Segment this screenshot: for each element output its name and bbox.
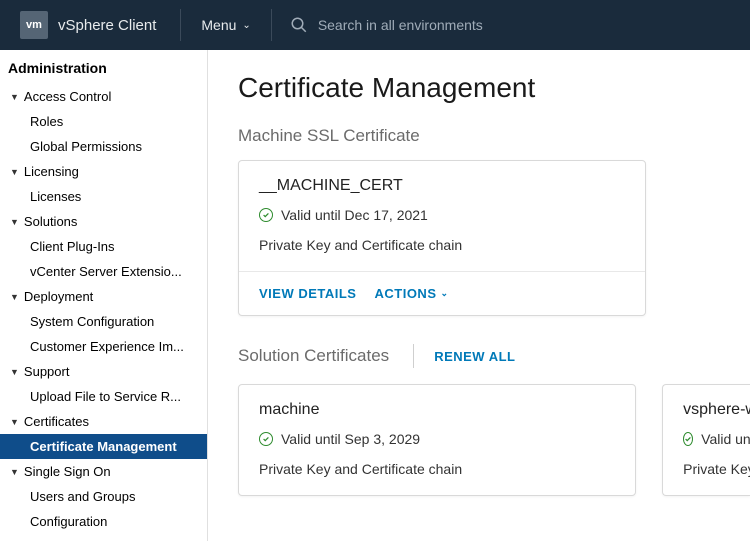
caret-down-icon: ▼ xyxy=(10,467,19,477)
main-content: Certificate Management Machine SSL Certi… xyxy=(208,50,750,541)
vmware-logo: vm xyxy=(20,11,48,39)
sidebar-section[interactable]: ▼ Licensing xyxy=(0,159,207,184)
search-placeholder: Search in all environments xyxy=(318,17,483,33)
caret-down-icon: ▼ xyxy=(10,292,19,302)
sidebar-section[interactable]: ▼ Single Sign On xyxy=(0,459,207,484)
sidebar-item[interactable]: Roles xyxy=(0,109,207,134)
sidebar-section-label: Solutions xyxy=(24,214,77,229)
view-details-button[interactable]: VIEW DETAILS xyxy=(259,286,356,301)
cert-validity: Valid until Sep 3, 2029 xyxy=(259,431,615,447)
chevron-down-icon: ⌄ xyxy=(242,20,250,31)
sidebar-section-label: Licensing xyxy=(24,164,79,179)
cert-desc: Private Key and Certificate chain xyxy=(259,237,625,253)
cert-card-machine-ssl: __MACHINE_CERT Valid until Dec 17, 2021 … xyxy=(238,160,646,316)
cert-desc: Private Key and Certificate chain xyxy=(259,461,615,477)
sidebar-nav: ▼ Access Control RolesGlobal Permissions ▼ L… xyxy=(0,84,207,534)
topbar: vm vSphere Client Menu ⌄ Search in all e… xyxy=(0,0,750,50)
cert-name: __MACHINE_CERT xyxy=(259,177,625,195)
global-search[interactable]: Search in all environments xyxy=(272,16,750,34)
divider xyxy=(413,344,414,368)
cert-validity: Valid until Dec 17, 2021 xyxy=(259,207,625,223)
sidebar-item[interactable]: System Configuration xyxy=(0,309,207,334)
check-circle-icon xyxy=(259,208,273,222)
renew-all-button[interactable]: RENEW ALL xyxy=(434,349,515,364)
menu-dropdown[interactable]: Menu ⌄ xyxy=(181,17,270,33)
page-title: Certificate Management xyxy=(238,72,750,104)
sidebar-item[interactable]: Users and Groups xyxy=(0,484,207,509)
cert-name: machine xyxy=(259,401,615,419)
sidebar-section[interactable]: ▼ Certificates xyxy=(0,409,207,434)
app-title: vSphere Client xyxy=(58,17,156,34)
sidebar-item[interactable]: Customer Experience Im... xyxy=(0,334,207,359)
actions-label: ACTIONS xyxy=(374,286,436,301)
check-circle-icon xyxy=(683,432,693,446)
sidebar-section-label: Certificates xyxy=(24,414,89,429)
cert-valid-text: Valid unti xyxy=(701,431,750,447)
cert-validity: Valid unti xyxy=(683,431,730,447)
cert-valid-text: Valid until Dec 17, 2021 xyxy=(281,207,428,223)
cert-valid-text: Valid until Sep 3, 2029 xyxy=(281,431,420,447)
sidebar: Administration ▼ Access Control RolesGloba… xyxy=(0,50,208,541)
sidebar-item[interactable]: Configuration xyxy=(0,509,207,534)
sidebar-item[interactable]: Upload File to Service R... xyxy=(0,384,207,409)
sidebar-section[interactable]: ▼ Deployment xyxy=(0,284,207,309)
sidebar-item[interactable]: Certificate Management xyxy=(0,434,207,459)
sidebar-title: Administration xyxy=(0,50,207,84)
sidebar-item[interactable]: Licenses xyxy=(0,184,207,209)
sidebar-section[interactable]: ▼ Solutions xyxy=(0,209,207,234)
sidebar-item[interactable]: vCenter Server Extensio... xyxy=(0,259,207,284)
chevron-down-icon: ⌄ xyxy=(440,288,448,299)
cert-desc: Private Key a xyxy=(683,461,730,477)
caret-down-icon: ▼ xyxy=(10,367,19,377)
sidebar-section-label: Access Control xyxy=(24,89,111,104)
section-machine-ssl: Machine SSL Certificate xyxy=(238,126,750,146)
sidebar-item[interactable]: Client Plug-Ins xyxy=(0,234,207,259)
sidebar-section-label: Single Sign On xyxy=(24,464,111,479)
menu-label: Menu xyxy=(201,17,236,33)
check-circle-icon xyxy=(259,432,273,446)
cert-name: vsphere-w xyxy=(683,401,730,419)
sidebar-section-label: Support xyxy=(24,364,70,379)
sidebar-section[interactable]: ▼ Access Control xyxy=(0,84,207,109)
actions-dropdown[interactable]: ACTIONS ⌄ xyxy=(374,286,448,301)
search-icon xyxy=(290,16,308,34)
sidebar-item[interactable]: Global Permissions xyxy=(0,134,207,159)
caret-down-icon: ▼ xyxy=(10,417,19,427)
sidebar-section[interactable]: ▼ Support xyxy=(0,359,207,384)
caret-down-icon: ▼ xyxy=(10,92,19,102)
section-solution-certs: Solution Certificates xyxy=(238,346,389,366)
cert-card-solution: machine Valid until Sep 3, 2029 Private … xyxy=(238,384,636,496)
sidebar-section-label: Deployment xyxy=(24,289,93,304)
caret-down-icon: ▼ xyxy=(10,217,19,227)
cert-card-solution: vsphere-w Valid unti Private Key a xyxy=(662,384,750,496)
caret-down-icon: ▼ xyxy=(10,167,19,177)
